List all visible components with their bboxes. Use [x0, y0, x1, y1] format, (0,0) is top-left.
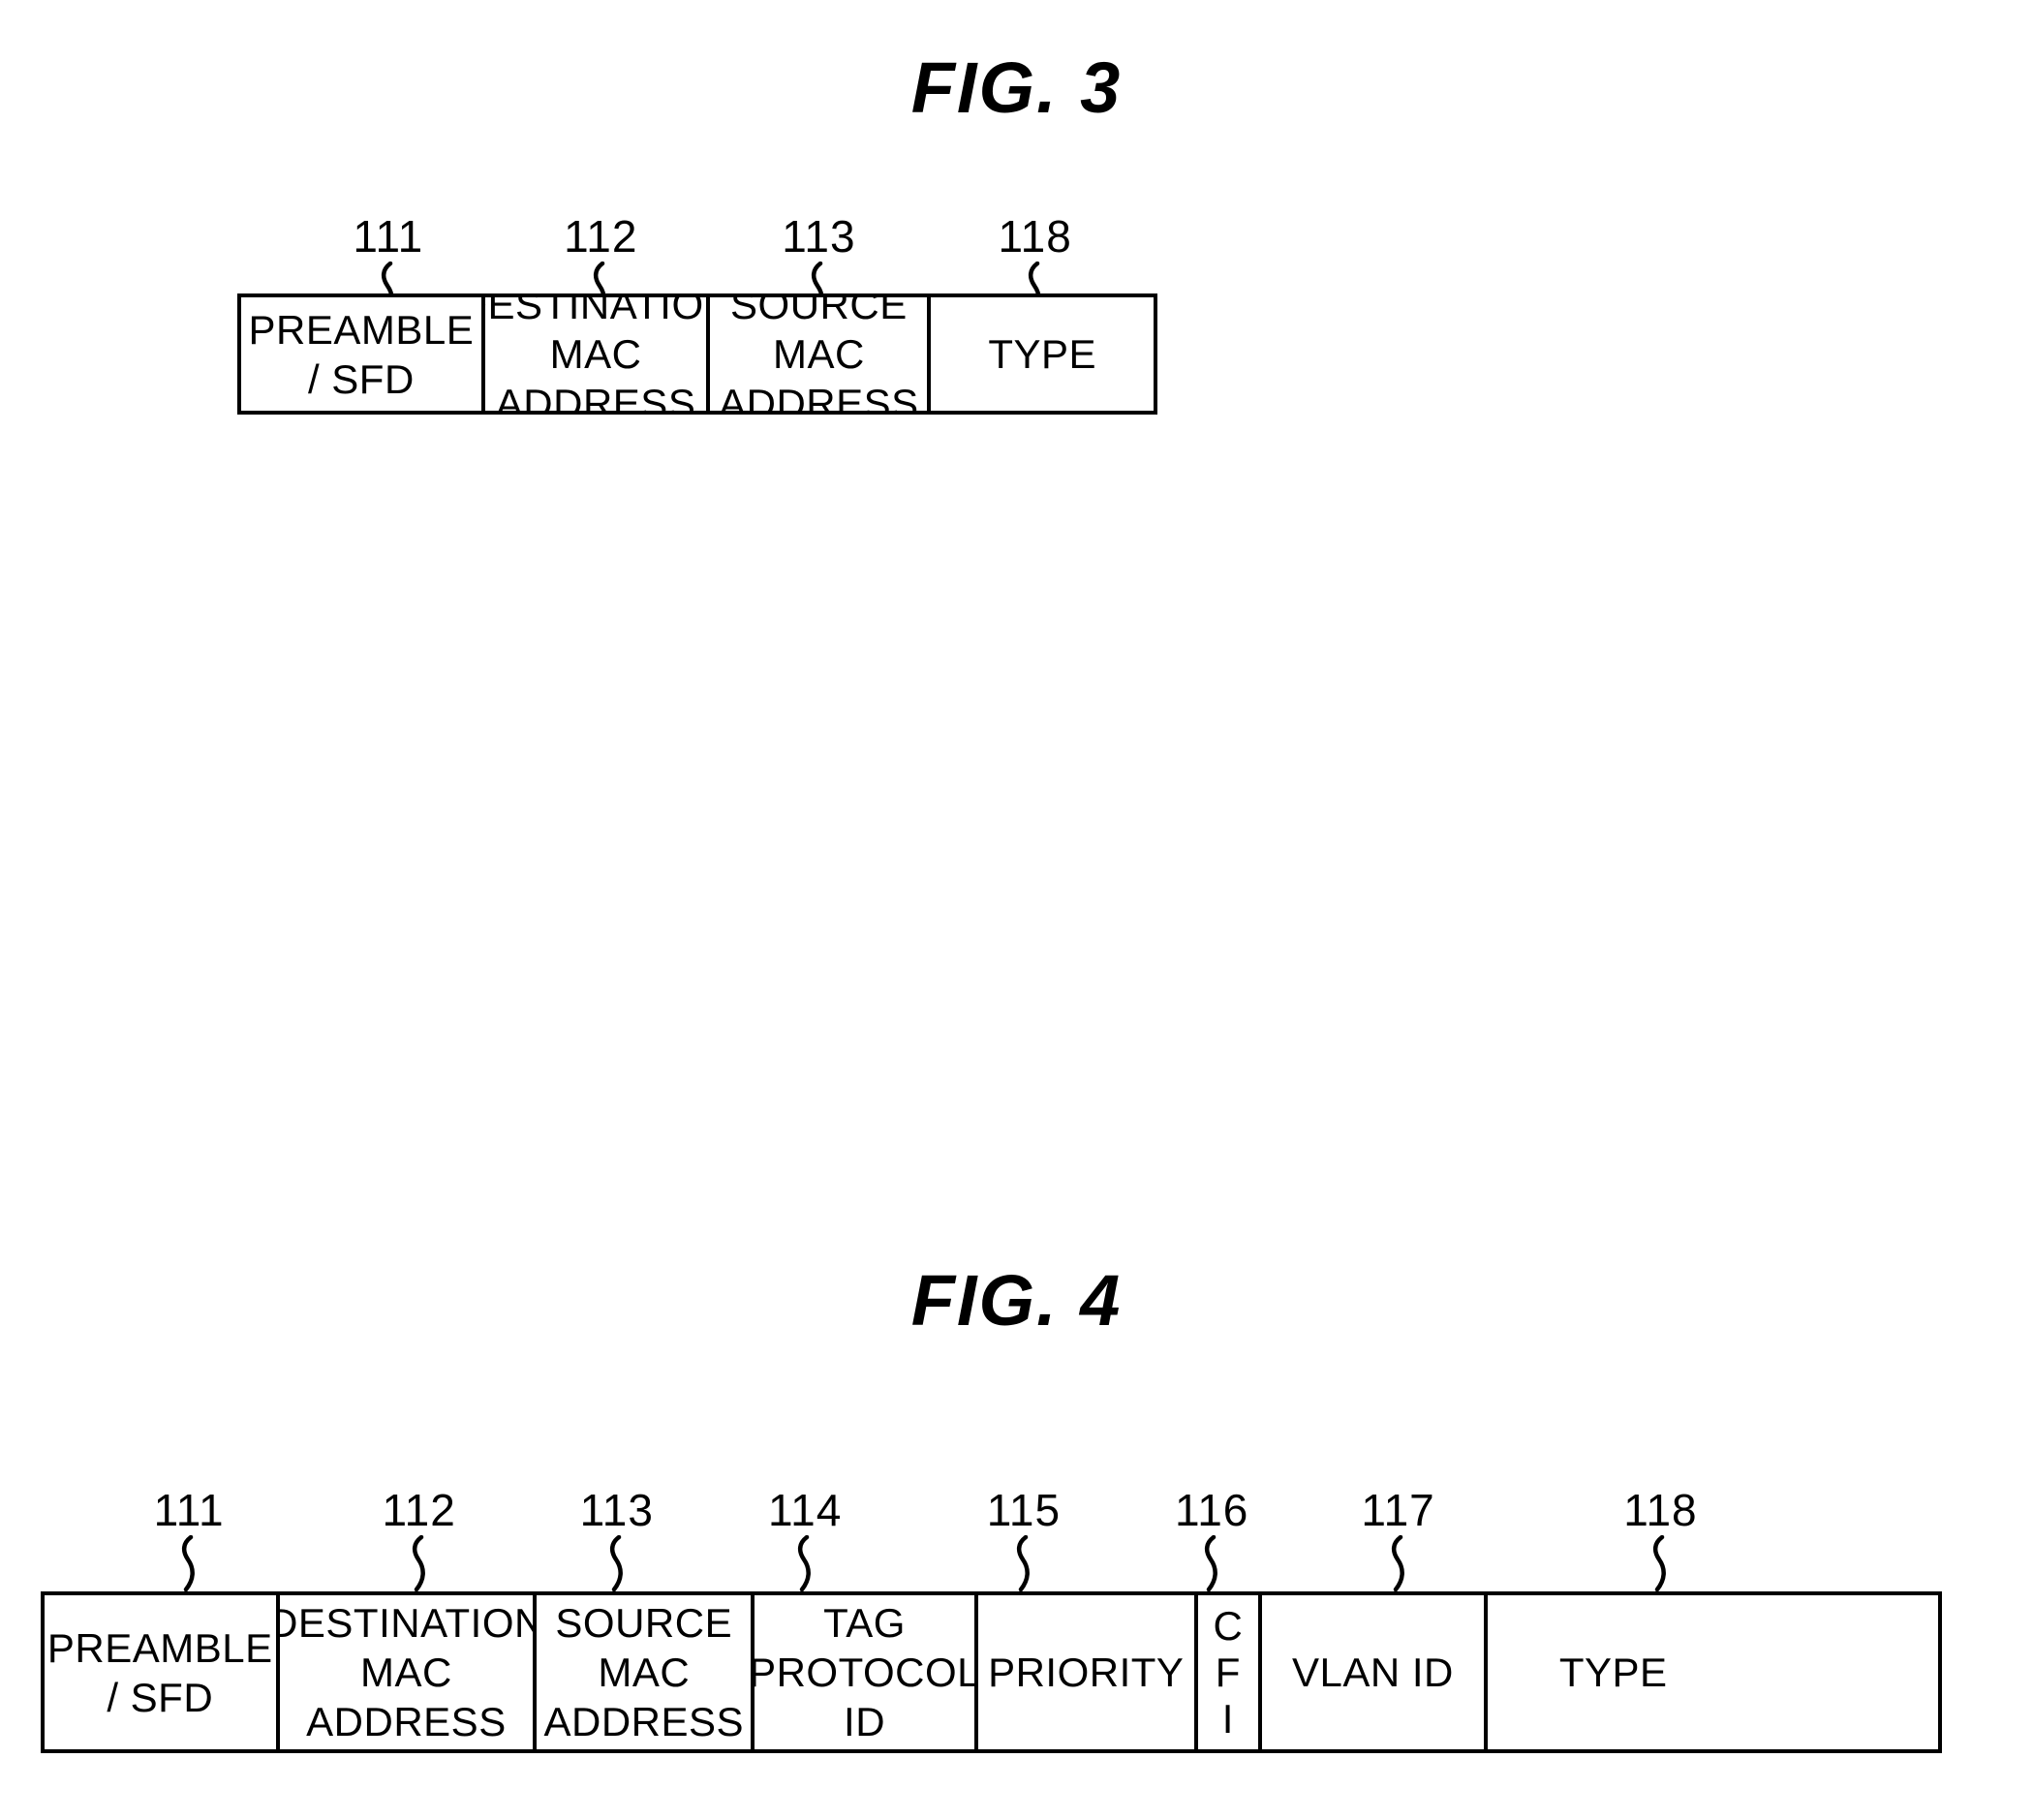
leader-squiggle-icon	[1391, 1535, 1404, 1591]
reference-number-label: 112	[382, 1485, 456, 1535]
leader-squiggle-icon	[609, 1535, 623, 1591]
frame-field-cell: VLAN ID	[1258, 1595, 1484, 1749]
frame-field-label: C F I	[1213, 1602, 1244, 1742]
frame-field-label: TAG PROTOCOL ID	[751, 1600, 974, 1744]
reference-number-label: 111	[153, 1485, 225, 1535]
frame-field-cell: DESTINATION MAC ADDRESS	[275, 1595, 534, 1749]
frame-field-label: VLAN ID	[1291, 1650, 1454, 1695]
reference-callout-113: 113	[549, 1485, 685, 1591]
reference-number-label: 112	[564, 211, 638, 262]
reference-callout-117: 117	[1331, 1485, 1466, 1591]
frame-field-label: TYPE	[1558, 1650, 1668, 1695]
leader-squiggle-icon	[182, 1535, 195, 1591]
leader-squiggle-icon	[1653, 1535, 1667, 1591]
reference-number-label: 114	[767, 1485, 843, 1535]
frame-field-label: PREAMBLE / SFD	[248, 306, 475, 402]
frame-field-label: SOURCE MAC ADDRESS	[719, 297, 919, 411]
figure-3-title: FIG. 3	[910, 47, 1123, 128]
frame-field-cell: PRIORITY	[973, 1595, 1194, 1749]
frame-field-label: DESTINATION MAC ADDRESS	[275, 1600, 534, 1744]
reference-number-label: 113	[579, 1485, 654, 1535]
frame-field-cell: SOURCE MAC ADDRESS	[706, 297, 927, 411]
reference-number-label: 115	[986, 1485, 1062, 1535]
reference-callout-115: 115	[956, 1485, 1092, 1591]
reference-number-label: 116	[1175, 1485, 1249, 1535]
reference-callout-116: 116	[1144, 1485, 1279, 1591]
frame-field-cell: C F I	[1193, 1595, 1258, 1749]
frame-field-label: DESTINATION MAC ADDRESS	[485, 297, 707, 411]
leader-squiggle-icon	[412, 1535, 425, 1591]
frame-field-label: TYPE	[988, 331, 1097, 377]
frame-field-cell: TAG PROTOCOL ID	[751, 1595, 974, 1749]
reference-number-label: 113	[782, 211, 856, 262]
frame-field-cell: TYPE	[927, 297, 1154, 411]
leader-squiggle-icon	[1016, 1535, 1030, 1591]
figure-3-ethernet-frame-diagram: PREAMBLE / SFDDESTINATION MAC ADDRESSSOU…	[237, 293, 1157, 415]
figure-4-reference-numbers: 111 112 113 114 115 116 117 118	[41, 1485, 1942, 1591]
leader-squiggle-icon	[798, 1535, 811, 1591]
frame-field-label: SOURCE MAC ADDRESS	[543, 1600, 745, 1744]
reference-number-label: 117	[1361, 1485, 1435, 1535]
leader-squiggle-icon	[1205, 1535, 1218, 1591]
reference-number-label: 118	[998, 211, 1072, 262]
frame-field-cell: TYPE	[1483, 1595, 1740, 1749]
frame-field-cell: SOURCE MAC ADDRESS	[533, 1595, 751, 1749]
frame-field-cell: PREAMBLE / SFD	[241, 297, 481, 411]
reference-number-label: 111	[353, 211, 424, 262]
frame-field-cell: DESTINATION MAC ADDRESS	[480, 297, 707, 411]
frame-field-cell: PREAMBLE / SFD	[45, 1595, 276, 1749]
frame-field-label: PREAMBLE / SFD	[46, 1624, 273, 1720]
reference-callout-118: 118	[1592, 1485, 1728, 1591]
figure-4-vlan-tagged-frame-diagram: PREAMBLE / SFD DESTINATION MAC ADDRESS SOU…	[41, 1591, 1942, 1753]
reference-callout-112: 112	[352, 1485, 487, 1591]
reference-number-label: 118	[1623, 1485, 1698, 1535]
figure-4-title: FIG. 4	[910, 1260, 1123, 1341]
frame-field-label: PRIORITY	[988, 1650, 1185, 1695]
reference-callout-114: 114	[737, 1485, 873, 1591]
reference-callout-111: 111	[121, 1485, 257, 1591]
